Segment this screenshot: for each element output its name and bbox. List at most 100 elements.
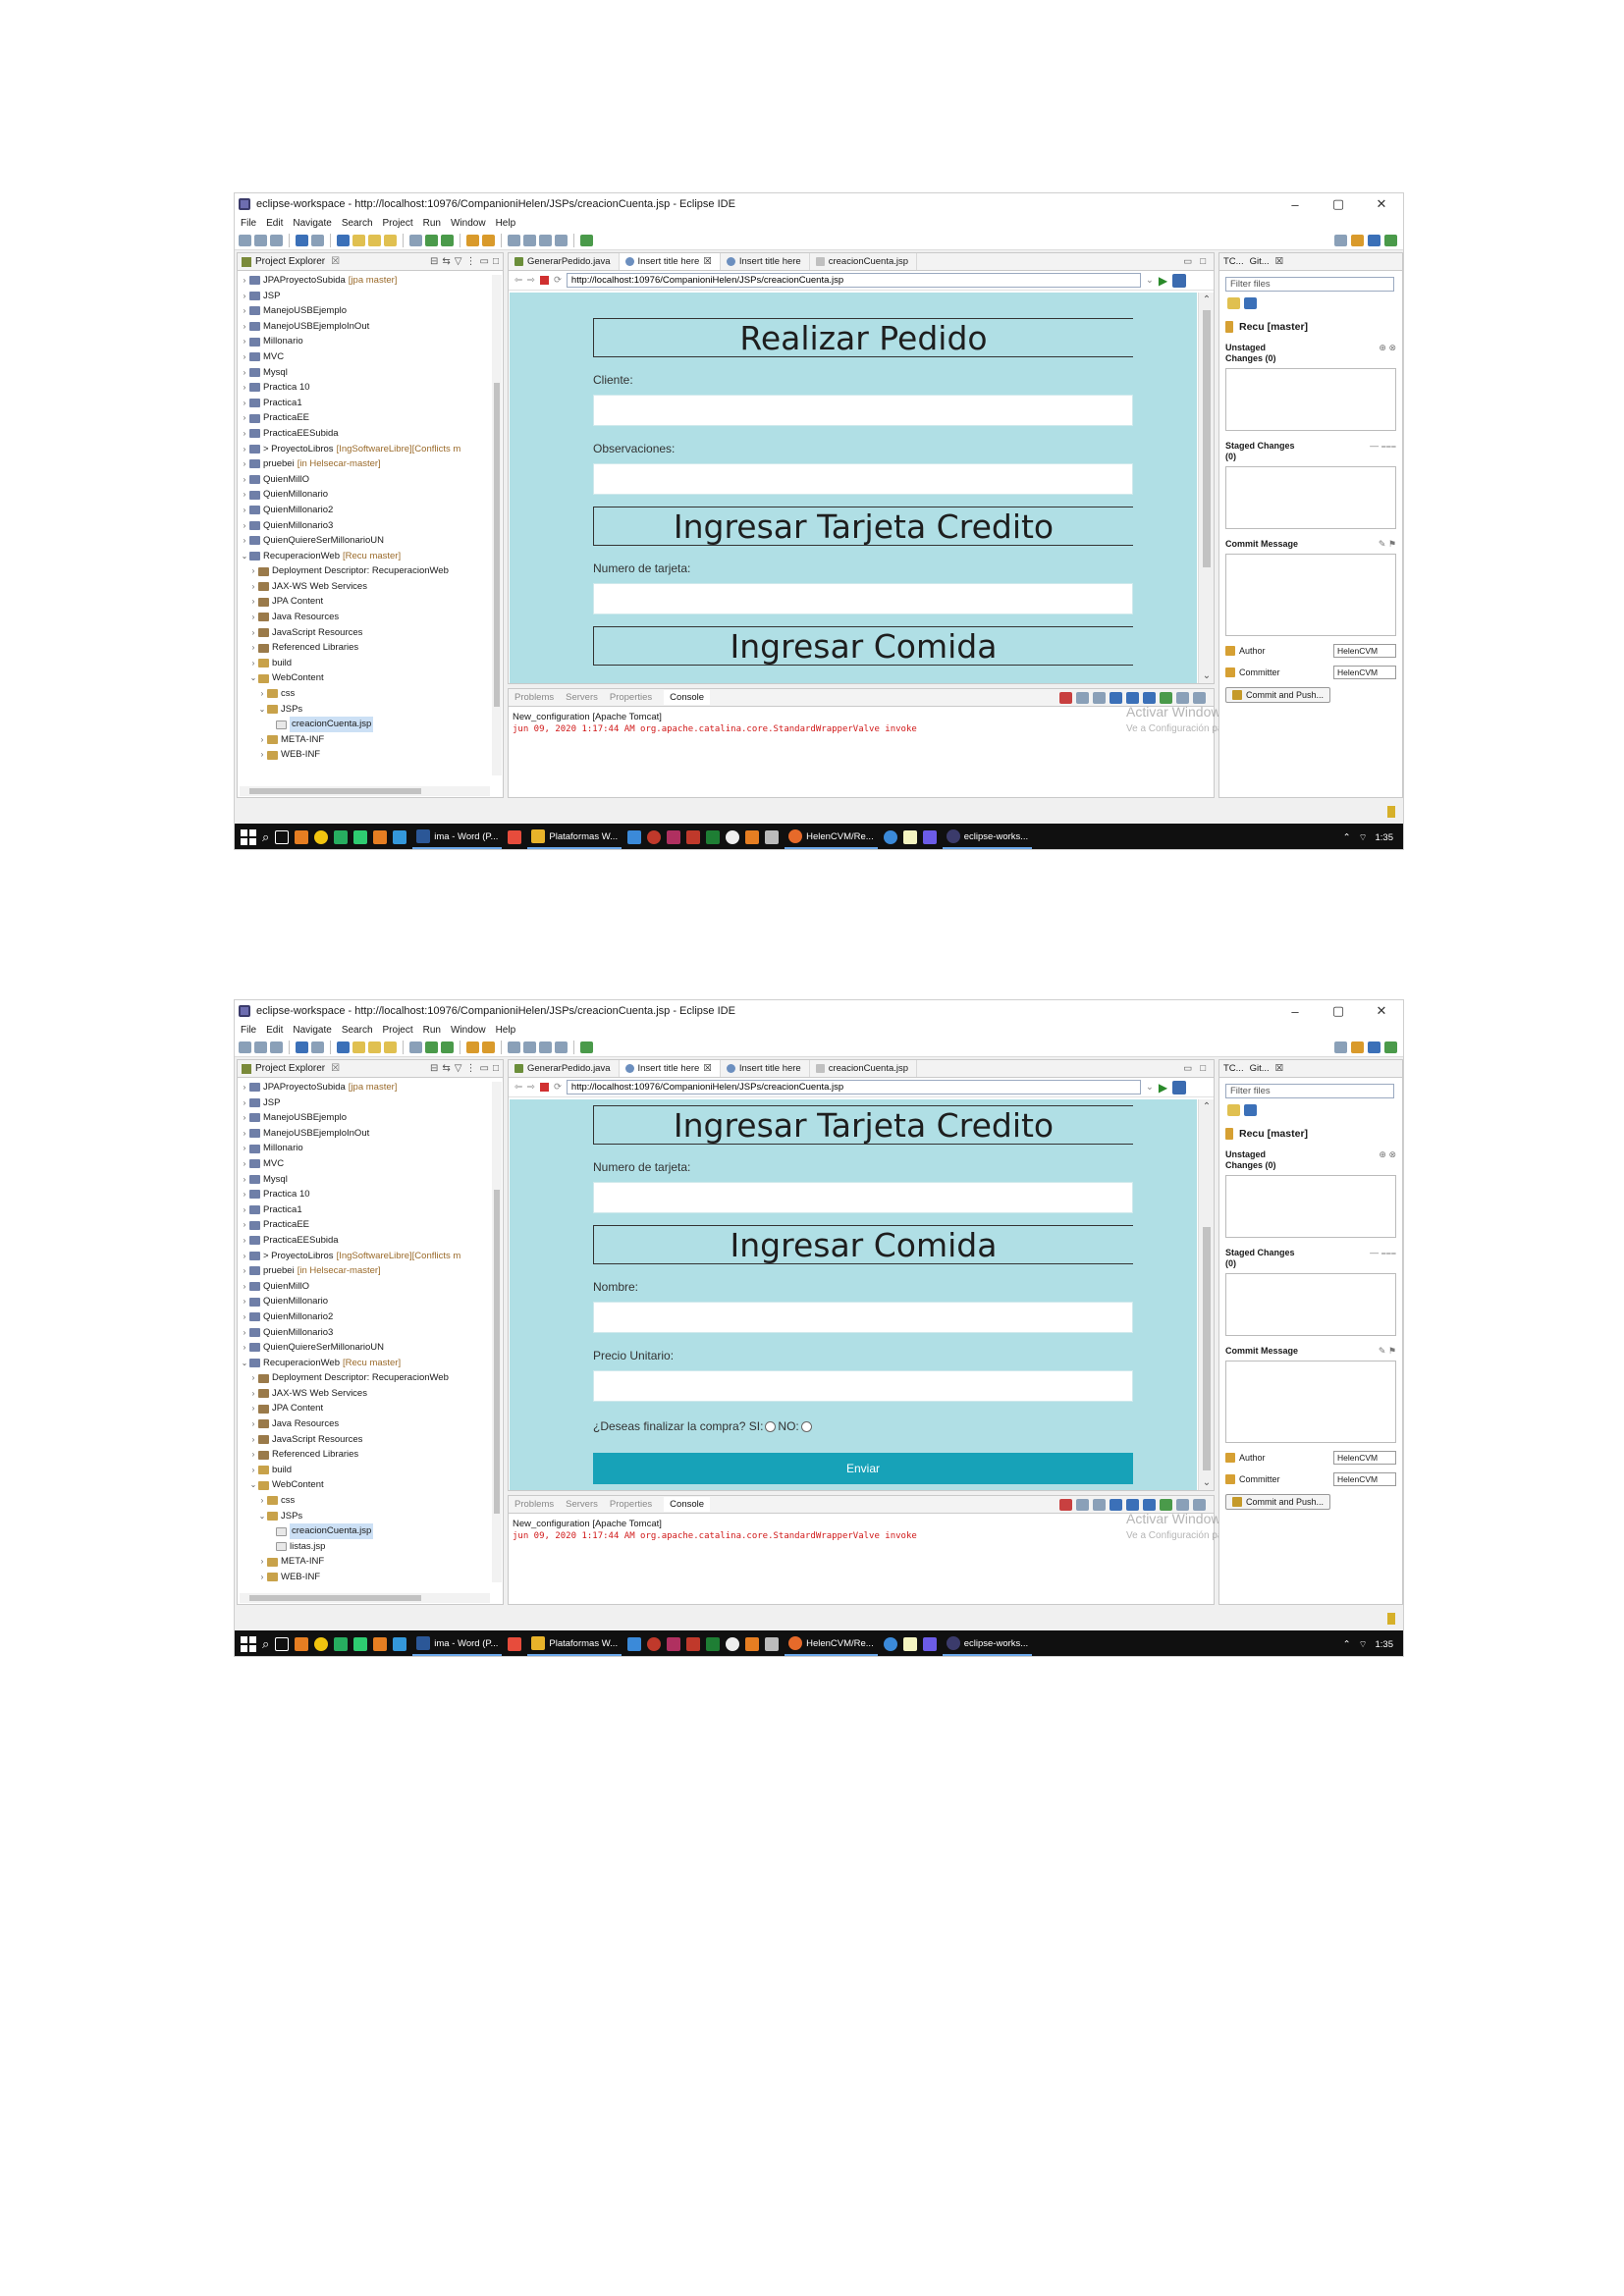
- tree-item[interactable]: › ManejoUSBEjemplo: [240, 303, 503, 319]
- remove-launch-icon[interactable]: [1076, 1498, 1089, 1511]
- tab-servers[interactable]: Servers: [566, 1499, 598, 1510]
- tree-item[interactable]: › JPAProyectoSubida [jpa master]: [240, 1080, 503, 1095]
- terminate-icon[interactable]: [1059, 1498, 1072, 1511]
- tab-properties[interactable]: Properties: [610, 692, 652, 703]
- windows-start-icon[interactable]: [241, 829, 256, 845]
- open-console-icon[interactable]: [1193, 691, 1206, 704]
- new-interface-icon[interactable]: [384, 1041, 397, 1053]
- taskbar-app-eclipse[interactable]: eclipse-works...: [942, 826, 1033, 849]
- clear-console-icon[interactable]: [1110, 691, 1122, 704]
- chevron-right-icon[interactable]: ›: [240, 273, 249, 289]
- external-tools-icon[interactable]: [441, 1041, 454, 1053]
- refresh-icon[interactable]: ⟳: [554, 1082, 562, 1093]
- menu-project[interactable]: Project: [383, 1025, 413, 1036]
- filter-files-input[interactable]: Filter files: [1225, 1084, 1394, 1098]
- tree-item[interactable]: › QuienMillonario3: [240, 518, 503, 534]
- close-button[interactable]: ✕: [1360, 1003, 1403, 1019]
- chevron-right-icon[interactable]: ›: [248, 1463, 258, 1478]
- link-editor-icon[interactable]: ⇆: [442, 1063, 450, 1074]
- pdf-icon[interactable]: [686, 830, 701, 844]
- app-icon[interactable]: [295, 1637, 309, 1651]
- vscode-icon[interactable]: [627, 830, 642, 844]
- next-annotation-icon[interactable]: [508, 1041, 520, 1053]
- chevron-right-icon[interactable]: ›: [240, 1294, 249, 1309]
- tree-file-item[interactable]: creacionCuenta.jsp: [240, 717, 503, 732]
- chevron-right-icon[interactable]: ›: [240, 1340, 249, 1356]
- author-field[interactable]: HelenCVM: [1333, 1451, 1396, 1465]
- tab-properties[interactable]: Properties: [610, 1499, 652, 1510]
- chevron-right-icon[interactable]: ›: [240, 349, 249, 365]
- pin-editor-icon[interactable]: [580, 1041, 593, 1053]
- browser-icon[interactable]: [337, 1041, 350, 1053]
- chevron-right-icon[interactable]: ›: [240, 289, 249, 304]
- tree-item[interactable]: › QuienQuiereSerMillonarioUN: [240, 533, 503, 549]
- chevron-right-icon[interactable]: ›: [257, 1493, 267, 1509]
- project-explorer-tab[interactable]: Project Explorer ☒ ⊟ ⇆ ▽ ⋮ ▭ □: [238, 1060, 503, 1078]
- remove-launch-icon[interactable]: [1076, 691, 1089, 704]
- tree-item[interactable]: › build: [240, 1463, 503, 1478]
- commit-and-push-button[interactable]: Commit and Push...: [1225, 1494, 1331, 1510]
- chevron-down-icon[interactable]: ⌄: [257, 702, 267, 718]
- editor-tab[interactable]: Insert title here ☒: [619, 253, 721, 270]
- close-icon[interactable]: ☒: [703, 1063, 712, 1074]
- tab-problems[interactable]: Problems: [514, 692, 554, 703]
- chevron-right-icon[interactable]: ›: [240, 1141, 249, 1156]
- opera-icon[interactable]: [647, 1637, 662, 1651]
- menu-search[interactable]: Search: [342, 1025, 373, 1036]
- maximize-view-icon[interactable]: □: [493, 1063, 499, 1074]
- chevron-right-icon[interactable]: ›: [240, 487, 249, 503]
- commit-tools-icon[interactable]: ✎ ⚑: [1379, 539, 1396, 550]
- new-icon[interactable]: [239, 1041, 251, 1053]
- search-icon[interactable]: [1334, 234, 1347, 246]
- network-icon[interactable]: ⌔: [1359, 1639, 1368, 1650]
- toggle-icon[interactable]: [311, 1041, 324, 1053]
- chevron-right-icon[interactable]: ›: [240, 365, 249, 381]
- save-all-icon[interactable]: [270, 234, 283, 246]
- tree-item[interactable]: ⌄ RecuperacionWeb [Recu master]: [240, 1356, 503, 1371]
- tree-item[interactable]: › > ProyectoLibros [IngSoftwareLibre][Conf…: [240, 442, 503, 457]
- scroll-thumb[interactable]: [249, 1595, 421, 1601]
- taskbar-app-firefox[interactable]: HelenCVM/Re...: [785, 1632, 878, 1656]
- pin-console-icon[interactable]: [1160, 1498, 1172, 1511]
- vscode-icon[interactable]: [627, 1637, 642, 1651]
- tree-item[interactable]: › pruebei [in Helsecar-master]: [240, 1263, 503, 1279]
- chevron-right-icon[interactable]: ›: [240, 1249, 249, 1264]
- perspective-git-icon[interactable]: [1384, 234, 1397, 246]
- tree-item[interactable]: › JSP: [240, 289, 503, 304]
- chevron-right-icon[interactable]: ›: [248, 656, 258, 671]
- scroll-down-icon[interactable]: ⌄: [1199, 670, 1215, 681]
- new-package-icon[interactable]: [368, 1041, 381, 1053]
- perspective-java-ee-icon[interactable]: [1351, 234, 1364, 246]
- pin-editor-icon[interactable]: [580, 234, 593, 246]
- close-icon[interactable]: ☒: [331, 1063, 340, 1074]
- chevron-right-icon[interactable]: ›: [240, 456, 249, 472]
- perspective-web-icon[interactable]: [1368, 1041, 1380, 1053]
- menu-window[interactable]: Window: [451, 1025, 486, 1036]
- tree-item[interactable]: › Practica 10: [240, 1187, 503, 1202]
- app-icon[interactable]: [295, 830, 309, 844]
- tab-servers[interactable]: Servers: [566, 692, 598, 703]
- layout-icon[interactable]: [1244, 297, 1257, 309]
- tree-item[interactable]: › Deployment Descriptor: RecuperacionWeb: [240, 1370, 503, 1386]
- chevron-right-icon[interactable]: ›: [240, 472, 249, 488]
- scroll-thumb[interactable]: [494, 383, 500, 707]
- tab-console[interactable]: Console: [664, 690, 711, 705]
- app-icon[interactable]: [393, 830, 407, 844]
- explorer-horizontal-scrollbar[interactable]: [240, 786, 490, 796]
- debug-icon[interactable]: [409, 1041, 422, 1053]
- menu-edit[interactable]: Edit: [266, 218, 283, 229]
- chevron-right-icon[interactable]: ›: [257, 1554, 267, 1570]
- text-input[interactable]: [593, 1182, 1133, 1213]
- opera-icon[interactable]: [647, 830, 662, 844]
- chevron-up-icon[interactable]: ⌃: [1343, 832, 1351, 843]
- menu-navigate[interactable]: Navigate: [293, 1025, 331, 1036]
- editor-tab[interactable]: Insert title here: [721, 253, 810, 270]
- network-icon[interactable]: ⌔: [1359, 832, 1368, 843]
- forward-arrow-icon[interactable]: ⇨: [527, 1082, 535, 1093]
- text-input[interactable]: [593, 1302, 1133, 1333]
- back-icon[interactable]: [539, 1041, 552, 1053]
- chevron-right-icon[interactable]: ›: [257, 686, 267, 702]
- menu-run[interactable]: Run: [423, 1025, 441, 1036]
- prev-annotation-icon[interactable]: [523, 1041, 536, 1053]
- menu-file[interactable]: File: [241, 1025, 256, 1036]
